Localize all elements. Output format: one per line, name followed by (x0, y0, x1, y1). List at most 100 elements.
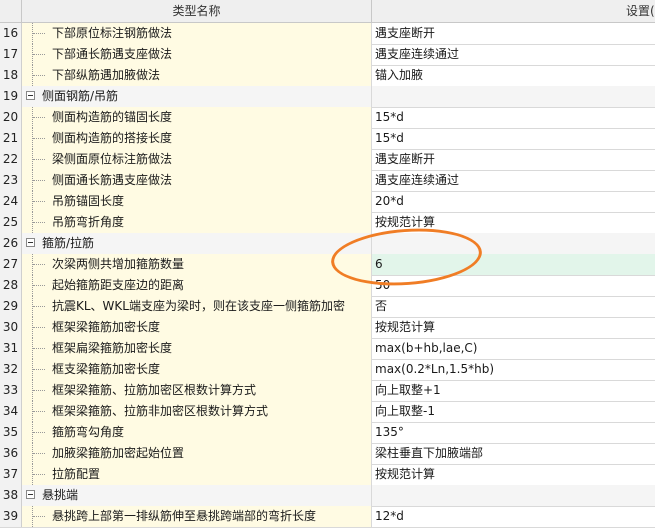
table-row[interactable]: 35 箍筋弯勾角度 135° (0, 422, 655, 444)
row-name-cell[interactable]: 侧面构造筋的搭接长度 (22, 128, 372, 149)
row-name-label: 下部纵筋遇加腋做法 (52, 68, 161, 82)
row-value-cell[interactable]: 6 (372, 254, 655, 275)
row-value-cell[interactable] (372, 233, 655, 254)
table-row[interactable]: 33 框架梁箍筋、拉筋加密区根数计算方式 向上取整+1 (0, 380, 655, 402)
row-name-label: 侧面通长筋遇支座做法 (52, 173, 173, 187)
row-name-cell[interactable]: 箍筋弯勾角度 (22, 422, 372, 443)
header-type-name[interactable]: 类型名称 (22, 0, 372, 22)
row-number: 16 (0, 23, 22, 44)
row-name-cell[interactable]: 吊筋锚固长度 (22, 191, 372, 212)
row-name-label: 箍筋弯勾角度 (52, 425, 125, 439)
row-number: 25 (0, 212, 22, 233)
row-number: 38 (0, 485, 22, 506)
row-name-cell[interactable]: 框架扁梁箍筋加密长度 (22, 338, 372, 359)
row-name-label: 侧面构造筋的锚固长度 (52, 110, 173, 124)
collapse-toggle-icon[interactable] (26, 91, 35, 100)
row-value-cell[interactable]: 否 (372, 296, 655, 317)
table-row[interactable]: 17 下部通长筋遇支座做法 遇支座连续通过 (0, 44, 655, 66)
row-name-label: 下部通长筋遇支座做法 (52, 47, 173, 61)
row-number: 17 (0, 44, 22, 65)
table-row[interactable]: 37 拉筋配置 按规范计算 (0, 464, 655, 486)
row-value-cell[interactable]: 锚入加腋 (372, 65, 655, 86)
table-row[interactable]: 20 侧面构造筋的锚固长度 15*d (0, 107, 655, 129)
header-setting-value[interactable]: 设置( (372, 0, 655, 22)
row-name-cell[interactable]: 下部通长筋遇支座做法 (22, 44, 372, 65)
table-row[interactable]: 28 起始箍筋距支座边的距离 50 (0, 275, 655, 297)
row-name-label: 框架梁箍筋加密长度 (52, 320, 161, 334)
row-value-cell[interactable] (372, 485, 655, 506)
row-number: 22 (0, 149, 22, 170)
row-value-cell[interactable]: 15*d (372, 107, 655, 128)
table-row[interactable]: 30 框架梁箍筋加密长度 按规范计算 (0, 317, 655, 339)
row-value-cell[interactable] (372, 86, 655, 107)
row-name-label: 侧面构造筋的搭接长度 (52, 131, 173, 145)
row-name-label: 框支梁箍筋加密长度 (52, 362, 161, 376)
row-name-label: 次梁两侧共增加箍筋数量 (52, 257, 185, 271)
row-value-cell[interactable]: 向上取整-1 (372, 401, 655, 422)
row-value-cell[interactable]: 梁柱垂直下加腋端部 (372, 443, 655, 464)
row-value-cell[interactable]: 按规范计算 (372, 464, 655, 485)
row-name-cell[interactable]: 框架梁箍筋、拉筋加密区根数计算方式 (22, 380, 372, 401)
row-value-cell[interactable]: 遇支座连续通过 (372, 170, 655, 191)
row-name-cell[interactable]: 抗震KL、WKL端支座为梁时，则在该支座一侧箍筋加密 (22, 296, 372, 317)
row-value-cell[interactable]: 15*d (372, 128, 655, 149)
row-name-cell[interactable]: 次梁两侧共增加箍筋数量 (22, 254, 372, 275)
collapse-toggle-icon[interactable] (26, 490, 35, 499)
row-name-label: 梁侧面原位标注筋做法 (52, 152, 173, 166)
table-row[interactable]: 21 侧面构造筋的搭接长度 15*d (0, 128, 655, 150)
table-row[interactable]: 16 下部原位标注钢筋做法 遇支座断开 (0, 23, 655, 45)
table-row[interactable]: 23 侧面通长筋遇支座做法 遇支座连续通过 (0, 170, 655, 192)
row-name-cell[interactable]: 框架梁箍筋加密长度 (22, 317, 372, 338)
table-row[interactable]: 39 悬挑跨上部第一排纵筋伸至悬挑跨端部的弯折长度 12*d (0, 506, 655, 528)
row-name-cell[interactable]: 梁侧面原位标注筋做法 (22, 149, 372, 170)
row-name-label: 悬挑端 (42, 488, 79, 502)
row-name-cell[interactable]: 侧面钢筋/吊筋 (22, 86, 372, 107)
table-row[interactable]: 31 框架扁梁箍筋加密长度 max(b+hb,lae,C) (0, 338, 655, 360)
row-value-cell[interactable]: 按规范计算 (372, 317, 655, 338)
row-name-cell[interactable]: 加腋梁箍筋加密起始位置 (22, 443, 372, 464)
table-row[interactable]: 22 梁侧面原位标注筋做法 遇支座断开 (0, 149, 655, 171)
group-row[interactable]: 19 侧面钢筋/吊筋 (0, 86, 655, 108)
row-value-cell[interactable]: 遇支座断开 (372, 23, 655, 44)
row-value-cell[interactable]: 按规范计算 (372, 212, 655, 233)
row-value-cell[interactable]: 135° (372, 422, 655, 443)
group-row[interactable]: 26 箍筋/拉筋 (0, 233, 655, 255)
row-value-cell[interactable]: 遇支座断开 (372, 149, 655, 170)
row-name-cell[interactable]: 下部纵筋遇加腋做法 (22, 65, 372, 86)
row-value-cell[interactable]: max(0.2*Ln,1.5*hb) (372, 359, 655, 380)
table-row[interactable]: 36 加腋梁箍筋加密起始位置 梁柱垂直下加腋端部 (0, 443, 655, 465)
table-row[interactable]: 27 次梁两侧共增加箍筋数量 6 (0, 254, 655, 276)
table-row[interactable]: 25 吊筋弯折角度 按规范计算 (0, 212, 655, 234)
row-value-cell[interactable]: 20*d (372, 191, 655, 212)
row-name-cell[interactable]: 框支梁箍筋加密长度 (22, 359, 372, 380)
row-name-cell[interactable]: 下部原位标注钢筋做法 (22, 23, 372, 44)
row-value-cell[interactable]: 50 (372, 275, 655, 296)
row-number: 37 (0, 464, 22, 485)
table-row[interactable]: 32 框支梁箍筋加密长度 max(0.2*Ln,1.5*hb) (0, 359, 655, 381)
row-name-label: 框架梁箍筋、拉筋加密区根数计算方式 (52, 383, 257, 397)
row-value-cell[interactable]: 向上取整+1 (372, 380, 655, 401)
row-name-cell[interactable]: 拉筋配置 (22, 464, 372, 485)
row-value-cell[interactable]: max(b+hb,lae,C) (372, 338, 655, 359)
row-value-cell[interactable]: 遇支座连续通过 (372, 44, 655, 65)
row-name-cell[interactable]: 悬挑跨上部第一排纵筋伸至悬挑跨端部的弯折长度 (22, 506, 372, 527)
row-name-cell[interactable]: 起始箍筋距支座边的距离 (22, 275, 372, 296)
table-row[interactable]: 18 下部纵筋遇加腋做法 锚入加腋 (0, 65, 655, 87)
row-name-cell[interactable]: 框架梁箍筋、拉筋非加密区根数计算方式 (22, 401, 372, 422)
group-row[interactable]: 38 悬挑端 (0, 485, 655, 507)
collapse-toggle-icon[interactable] (26, 238, 35, 247)
header-setting-value-label: 设置( (626, 4, 655, 18)
table-row[interactable]: 24 吊筋锚固长度 20*d (0, 191, 655, 213)
row-number: 26 (0, 233, 22, 254)
row-value-cell[interactable]: 12*d (372, 506, 655, 527)
row-number: 29 (0, 296, 22, 317)
row-name-cell[interactable]: 悬挑端 (22, 485, 372, 506)
row-name-cell[interactable]: 侧面通长筋遇支座做法 (22, 170, 372, 191)
row-number: 23 (0, 170, 22, 191)
row-name-cell[interactable]: 侧面构造筋的锚固长度 (22, 107, 372, 128)
table-row[interactable]: 29 抗震KL、WKL端支座为梁时，则在该支座一侧箍筋加密 否 (0, 296, 655, 318)
table-row[interactable]: 34 框架梁箍筋、拉筋非加密区根数计算方式 向上取整-1 (0, 401, 655, 423)
row-name-cell[interactable]: 吊筋弯折角度 (22, 212, 372, 233)
row-name-cell[interactable]: 箍筋/拉筋 (22, 233, 372, 254)
row-name-label: 箍筋/拉筋 (42, 236, 95, 250)
